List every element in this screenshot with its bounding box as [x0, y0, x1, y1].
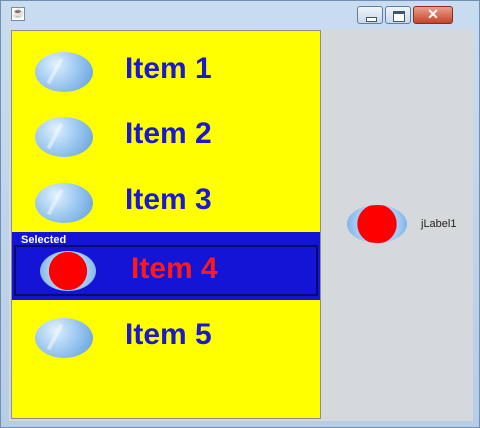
list-item[interactable]: Item 2 [12, 103, 320, 169]
blue-ball-icon [35, 117, 93, 157]
jlabel1-text: jLabel1 [421, 218, 457, 230]
content-pane: Item 1 Item 2 Item 3 Selected Item 4 Ite… [9, 29, 473, 421]
selected-list-item[interactable]: Selected Item 4 [12, 232, 320, 300]
blue-ball-icon [35, 52, 93, 92]
java-cup-icon[interactable]: ☕ [11, 7, 25, 21]
maximize-button[interactable] [385, 6, 411, 24]
app-window: ☕ ✕ Item 1 Item 2 Item 3 Selected Item 4… [0, 0, 480, 428]
item-list[interactable]: Item 1 Item 2 Item 3 Selected Item 4 Ite… [11, 30, 321, 419]
blue-ball-icon [35, 318, 93, 358]
minimize-button[interactable] [357, 6, 383, 24]
list-item-label: Item 1 [125, 52, 212, 85]
list-item[interactable]: Item 1 [12, 38, 320, 104]
close-icon: ✕ [427, 6, 439, 22]
selection-focus-border: Item 4 [14, 245, 318, 296]
list-item[interactable]: Item 5 [12, 304, 320, 370]
list-item-label: Item 4 [131, 252, 218, 285]
list-item-label: Item 5 [125, 318, 212, 351]
close-button[interactable]: ✕ [413, 6, 453, 24]
list-item-label: Item 3 [125, 183, 212, 216]
red-ball-icon [347, 205, 407, 243]
blue-ball-icon [35, 183, 93, 223]
title-bar[interactable]: ☕ ✕ [1, 1, 479, 29]
list-item[interactable]: Item 3 [12, 169, 320, 235]
red-ball-icon [40, 251, 96, 291]
list-item-label: Item 2 [125, 117, 212, 150]
